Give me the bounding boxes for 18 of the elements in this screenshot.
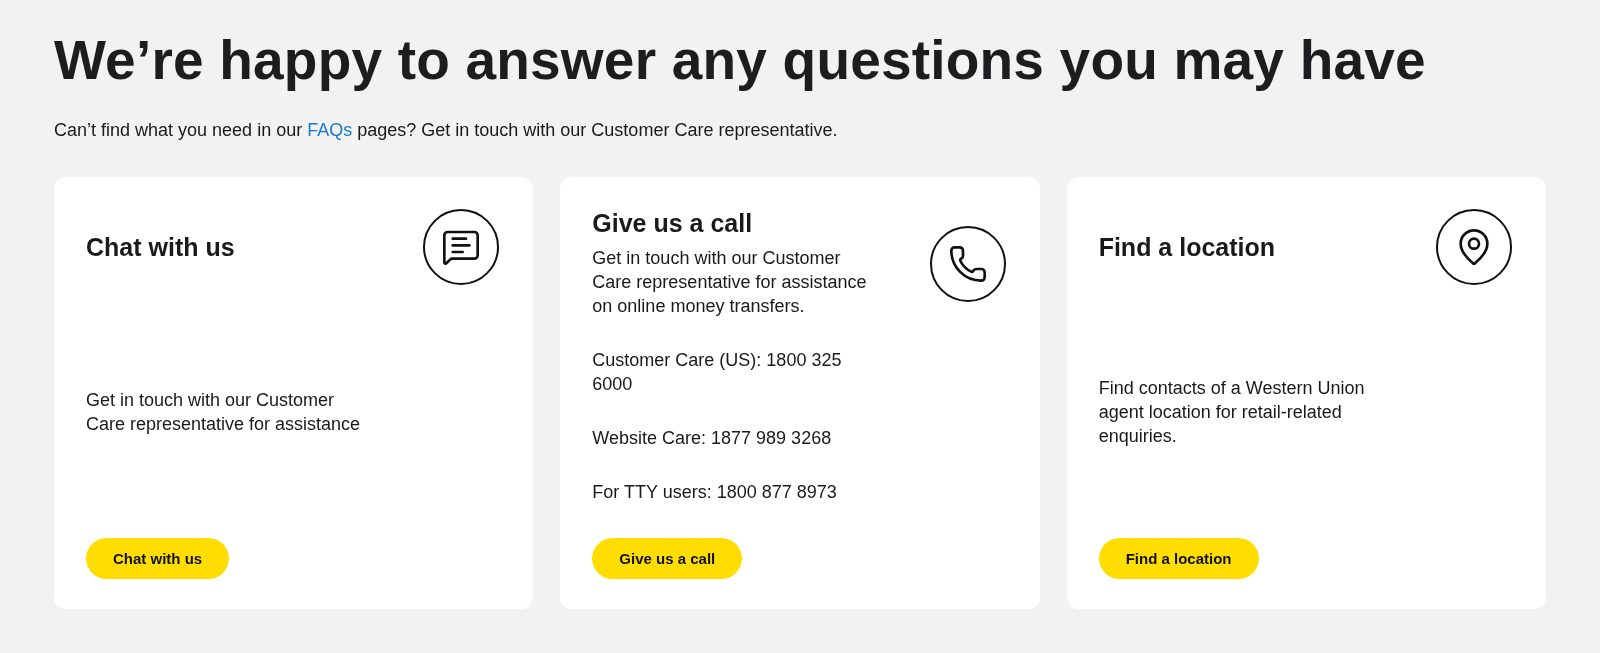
intro-text: Can’t find what you need in our FAQs pages? Get in touch with our Customer Care representative.: [54, 120, 839, 141]
card-title: Give us a call: [592, 209, 754, 238]
card-button[interactable]: Find a location: [1098, 538, 1259, 579]
card-text: Get in touch with our Customer Care representative for assistance on online money transfers.: [592, 247, 868, 318]
card-text: Find contacts of a Western Union agent location for retail-related enquiries.: [1098, 376, 1366, 448]
card-text: Get in touch with our Customer Care representative for assistance: [86, 388, 362, 436]
card-text: Customer Care (US): 1800 325 6000: [592, 349, 843, 396]
location-pin-icon: [1436, 209, 1512, 285]
card-text: Website Care: 1877 989 3268: [592, 427, 833, 450]
page-heading: We’re happy to answer any questions you may have: [54, 28, 1427, 92]
card-button[interactable]: Give us a call: [592, 538, 743, 579]
chat-icon: [423, 209, 500, 285]
card-button[interactable]: Chat with us: [86, 538, 230, 579]
card-text: For TTY users: 1800 877 8973: [592, 481, 838, 504]
card-title: Chat with us: [86, 232, 235, 262]
phone-icon: [929, 225, 1006, 302]
card-title: Find a location: [1098, 232, 1276, 262]
faqs-link[interactable]: FAQs: [307, 120, 353, 140]
